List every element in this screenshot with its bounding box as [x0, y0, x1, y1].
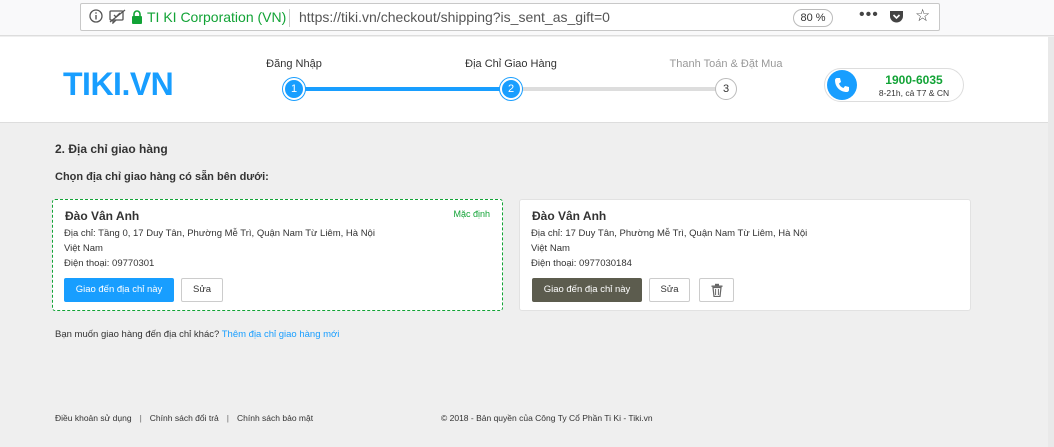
page-actions-menu[interactable]: ••• — [859, 6, 879, 24]
phone-icon — [827, 70, 857, 100]
progress-track-done — [294, 87, 511, 91]
address-bar[interactable]: TI KI Corporation (VN) https://tiki.vn/c… — [80, 3, 940, 31]
footer-links: Điều khoản sử dụng | Chính sách đổi trả | Ch… — [55, 413, 313, 424]
address-line: Địa chỉ: 17 Duy Tân, Phường Mễ Trì, Quận… — [531, 228, 808, 239]
lock-icon — [131, 10, 143, 24]
checkout-progress: Đăng Nhập Địa Chỉ Giao Hàng Thanh Toán &… — [230, 37, 790, 123]
section-subtitle: Chọn địa chỉ giao hàng có sẵn bên dưới: — [55, 171, 269, 183]
add-new-address-link[interactable]: Thêm địa chỉ giao hàng mới — [222, 329, 340, 340]
progress-track-pending — [511, 87, 726, 91]
recipient-name: Đào Vân Anh — [532, 209, 607, 223]
delete-address-button[interactable] — [699, 278, 734, 302]
step-dot-2: 2 — [500, 78, 522, 100]
step-label-login: Đăng Nhập — [266, 58, 322, 70]
permissions-icon[interactable] — [109, 9, 126, 28]
footer-link-returns[interactable]: Chính sách đổi trả — [150, 413, 219, 423]
site-identity[interactable]: TI KI Corporation (VN) — [147, 9, 286, 26]
divider — [289, 9, 290, 27]
info-icon[interactable] — [89, 9, 103, 27]
phone-line: Điện thoại: 09770301 — [64, 258, 155, 269]
zoom-indicator[interactable]: 80 % — [793, 9, 833, 27]
footer-separator: | — [226, 413, 229, 423]
site-header: TIKI.VN Đăng Nhập Địa Chỉ Giao Hàng Than… — [0, 37, 1054, 123]
scrollbar[interactable] — [1048, 37, 1054, 447]
default-badge: Mặc định — [453, 209, 490, 219]
edit-address-button[interactable]: Sửa — [181, 278, 223, 302]
step-label-payment: Thanh Toán & Đặt Mua — [669, 58, 783, 70]
browser-toolbar: TI KI Corporation (VN) https://tiki.vn/c… — [0, 0, 1054, 36]
country-line: Việt Nam — [531, 243, 570, 254]
tiki-logo[interactable]: TIKI.VN — [63, 67, 174, 101]
step-dot-3: 3 — [715, 78, 737, 100]
country-line: Việt Nam — [64, 243, 103, 254]
footer-separator: | — [139, 413, 142, 423]
hotline-badge[interactable]: 1900-6035 8-21h, cả T7 & CN — [824, 68, 964, 102]
recipient-name: Đào Vân Anh — [65, 209, 140, 223]
other-address-prompt: Bạn muốn giao hàng đến địa chỉ khác? Thê… — [55, 329, 339, 341]
edit-address-button[interactable]: Sửa — [649, 278, 690, 302]
step-label-shipping: Địa Chỉ Giao Hàng — [465, 58, 557, 70]
hotline-hours: 8-21h, cả T7 & CN — [878, 88, 950, 98]
footer-link-terms[interactable]: Điều khoản sử dụng — [55, 413, 132, 423]
hotline-number: 1900-6035 — [885, 73, 943, 87]
footer-link-privacy[interactable]: Chính sách bảo mật — [237, 413, 313, 423]
star-icon[interactable]: ☆ — [915, 6, 930, 26]
copyright: © 2018 - Bản quyền của Công Ty Cổ Phần T… — [441, 413, 653, 423]
url-text[interactable]: https://tiki.vn/checkout/shipping?is_sen… — [299, 9, 610, 26]
phone-line: Điện thoại: 0977030184 — [531, 258, 632, 269]
ship-to-address-button[interactable]: Giao đến địa chỉ này — [532, 278, 642, 302]
pocket-icon[interactable] — [889, 9, 904, 24]
step-dot-1[interactable]: 1 — [283, 78, 305, 100]
address-card[interactable]: Đào Vân Anh Địa chỉ: 17 Duy Tân, Phường … — [519, 199, 971, 311]
trash-icon — [711, 283, 723, 297]
other-address-text: Bạn muốn giao hàng đến địa chỉ khác? — [55, 329, 220, 340]
address-line: Địa chỉ: Tầng 0, 17 Duy Tân, Phường Mễ T… — [64, 228, 375, 239]
address-card-default[interactable]: Đào Vân Anh Mặc định Địa chỉ: Tầng 0, 17… — [52, 199, 503, 311]
page-title: 2. Địa chỉ giao hàng — [55, 142, 168, 156]
ship-to-address-button[interactable]: Giao đến địa chỉ này — [64, 278, 174, 302]
